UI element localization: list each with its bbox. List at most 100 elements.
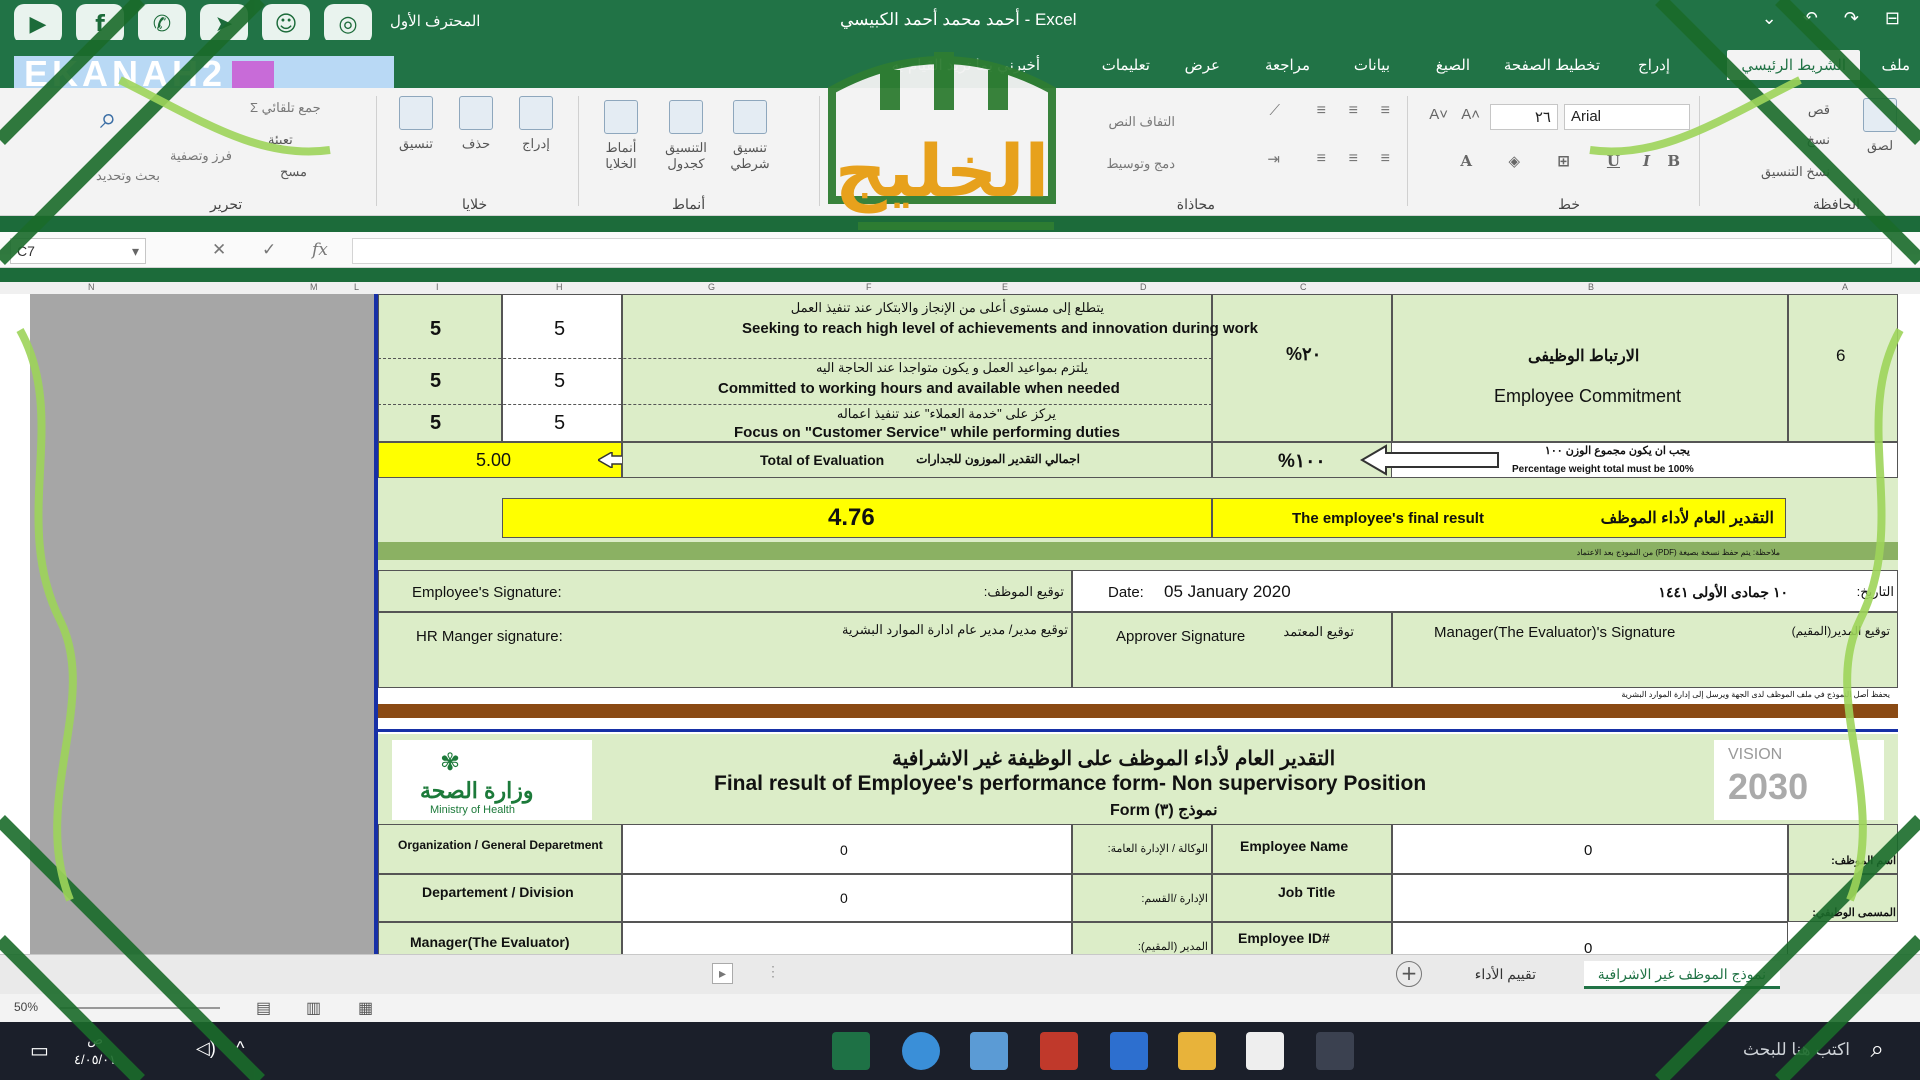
insert-cells-button[interactable]: إدراج xyxy=(510,96,562,152)
col-header-m[interactable]: M xyxy=(310,282,318,292)
indent-icon[interactable]: ⇥ xyxy=(1267,150,1280,168)
org-value: 0 xyxy=(840,842,848,858)
bold-icon[interactable]: B xyxy=(1667,152,1680,170)
enter-icon[interactable]: ✓ xyxy=(262,240,276,260)
fill-button[interactable]: تعبئة xyxy=(268,132,293,148)
file-explorer-icon[interactable] xyxy=(1178,1032,1216,1070)
col-header-a[interactable]: A xyxy=(1842,282,1848,292)
format-cells-button[interactable]: تنسيق xyxy=(388,96,444,152)
tab-view[interactable]: عرض xyxy=(1185,56,1220,74)
search-icon[interactable]: ⌕ xyxy=(1871,1036,1884,1064)
manager-value-cell[interactable] xyxy=(622,922,1072,954)
formula-input[interactable] xyxy=(352,238,1892,264)
redo-icon[interactable]: ↷ xyxy=(1844,8,1859,29)
copy-button[interactable]: نسخ xyxy=(1806,132,1830,148)
page-break-view-icon[interactable]: ▥ xyxy=(306,998,321,1018)
find-select-icon[interactable]: ⌕ xyxy=(100,102,117,136)
save-icon[interactable]: ⊟ xyxy=(1885,8,1900,29)
autosum-button[interactable]: جمع تلقائي Σ xyxy=(250,100,321,116)
col-header-l[interactable]: L xyxy=(354,282,359,292)
cut-button[interactable]: قص xyxy=(1808,102,1830,118)
borders-icon[interactable]: ⊞ xyxy=(1557,152,1570,170)
col-header-c[interactable]: C xyxy=(1300,282,1307,292)
mail-app-icon[interactable] xyxy=(1246,1032,1284,1070)
row-number-cell[interactable] xyxy=(1788,294,1898,442)
col-header-e[interactable]: E xyxy=(1002,282,1008,292)
cancel-icon[interactable]: ✕ xyxy=(212,240,226,260)
align-middle-icon[interactable]: ≡ xyxy=(1349,102,1358,120)
browser-app-icon[interactable] xyxy=(902,1032,940,1070)
security-app-icon[interactable] xyxy=(1110,1032,1148,1070)
grow-font-icon[interactable]: A˄ xyxy=(1461,106,1480,123)
find-select-button[interactable]: بحث وتحديد xyxy=(96,168,160,184)
align-bottom-icon[interactable]: ≡ xyxy=(1317,102,1326,120)
col-header-n[interactable]: N xyxy=(88,282,95,292)
worksheet-grid[interactable]: 5 5 5 5 5 5 يتطلع إلى مستوى أعلى من الإن… xyxy=(0,294,1920,954)
volume-icon[interactable]: ◁) xyxy=(196,1038,216,1059)
paste-button[interactable]: لصق xyxy=(1850,98,1910,154)
task-view-icon[interactable] xyxy=(1316,1032,1354,1070)
conditional-formatting-button[interactable]: تنسيق شرطي xyxy=(720,100,780,172)
align-left-icon[interactable]: ≡ xyxy=(1317,150,1326,168)
office-app-icon[interactable] xyxy=(1040,1032,1078,1070)
tab-formulas[interactable]: الصيغ xyxy=(1436,56,1470,74)
format-painter-button[interactable]: نسخ التنسيق xyxy=(1761,164,1830,180)
font-name-dropdown[interactable]: Arial xyxy=(1564,104,1690,130)
tray-expand-icon[interactable]: ^ xyxy=(236,1038,244,1059)
tab-home[interactable]: الشريط الرئيسي xyxy=(1727,50,1860,80)
store-app-icon[interactable] xyxy=(970,1032,1008,1070)
col-header-f[interactable]: F xyxy=(866,282,872,292)
weight-cell[interactable] xyxy=(1212,294,1392,442)
col-header-h[interactable]: H xyxy=(556,282,563,292)
font-size-dropdown[interactable]: ٢٦ xyxy=(1490,104,1558,130)
category-cell[interactable] xyxy=(1392,294,1788,442)
col-header-b[interactable]: B xyxy=(1588,282,1594,292)
name-box[interactable]: C7 ▾ xyxy=(10,238,146,264)
sort-filter-button[interactable]: فرز وتصفية xyxy=(170,148,232,164)
job-title-value-cell[interactable] xyxy=(1392,874,1788,922)
normal-view-icon[interactable]: ▦ xyxy=(358,998,373,1018)
status-bar: 50% ▤ ▥ ▦ xyxy=(0,994,1920,1022)
notifications-icon[interactable]: ▭ xyxy=(30,1038,49,1063)
tab-page-layout[interactable]: تخطيط الصفحة xyxy=(1504,56,1600,74)
tell-me-search[interactable]: أخبرني بما تريد القيام به xyxy=(892,56,1040,74)
italic-icon[interactable]: I xyxy=(1643,152,1650,170)
tab-help[interactable]: تعليمات xyxy=(1102,56,1150,74)
tab-insert[interactable]: إدراج xyxy=(1638,56,1670,74)
excel-app-icon[interactable] xyxy=(832,1032,870,1070)
zoom-slider[interactable] xyxy=(60,1007,220,1009)
scroll-right-icon[interactable]: ▸ xyxy=(712,963,734,984)
ribbon-options-icon[interactable]: ⌄ xyxy=(1762,8,1777,29)
delete-cells-button[interactable]: حذف xyxy=(450,96,502,152)
insert-function-icon[interactable]: fx xyxy=(312,240,328,260)
page-layout-view-icon[interactable]: ▤ xyxy=(256,998,271,1018)
new-sheet-button[interactable]: + xyxy=(1396,961,1422,987)
col-header-g[interactable]: G xyxy=(708,282,715,292)
tab-file[interactable]: ملف xyxy=(1881,56,1910,74)
tab-review[interactable]: مراجعة xyxy=(1265,56,1310,74)
col-header-d[interactable]: D xyxy=(1140,282,1147,292)
taskbar-search[interactable]: اكتب هنا للبحث xyxy=(1743,1040,1850,1060)
tab-data[interactable]: بيانات xyxy=(1354,56,1390,74)
tab-split-handle[interactable]: ⋮ xyxy=(766,963,780,980)
col-header-i[interactable]: I xyxy=(436,282,439,292)
align-center-icon[interactable]: ≡ xyxy=(1349,150,1358,168)
font-color-icon[interactable]: A xyxy=(1460,152,1472,170)
wrap-text-button[interactable]: التفاف النص xyxy=(1108,114,1175,130)
shrink-font-icon[interactable]: A˅ xyxy=(1429,106,1448,123)
zoom-level[interactable]: 50% xyxy=(14,1000,38,1014)
taskbar-clock[interactable]: ص ٤/٠٥/٠١ xyxy=(74,1030,116,1070)
clear-button[interactable]: مسح xyxy=(280,164,307,180)
tab-sheet-evaluation[interactable]: تقييم الأداء xyxy=(1461,961,1550,989)
align-top-icon[interactable]: ≡ xyxy=(1381,102,1390,120)
format-as-table-button[interactable]: التنسيق كجدول xyxy=(654,100,718,172)
cell-styles-button[interactable]: أنماط الخلايا xyxy=(590,100,652,172)
merge-center-button[interactable]: دمج وتوسيط xyxy=(1106,156,1175,172)
underline-icon[interactable]: U xyxy=(1607,152,1620,170)
undo-icon[interactable]: ↶ xyxy=(1803,8,1818,29)
tab-sheet-non-supervisory[interactable]: نموذج الموظف غير الاشرافية xyxy=(1583,961,1780,989)
align-right-icon[interactable]: ≡ xyxy=(1381,150,1390,168)
weight-note-arabic: يجب ان يكون مجموع الوزن ١٠٠ xyxy=(1544,445,1690,457)
fill-color-icon[interactable]: ◈ xyxy=(1508,152,1520,170)
orientation-icon[interactable]: ⟋ xyxy=(1269,102,1280,119)
